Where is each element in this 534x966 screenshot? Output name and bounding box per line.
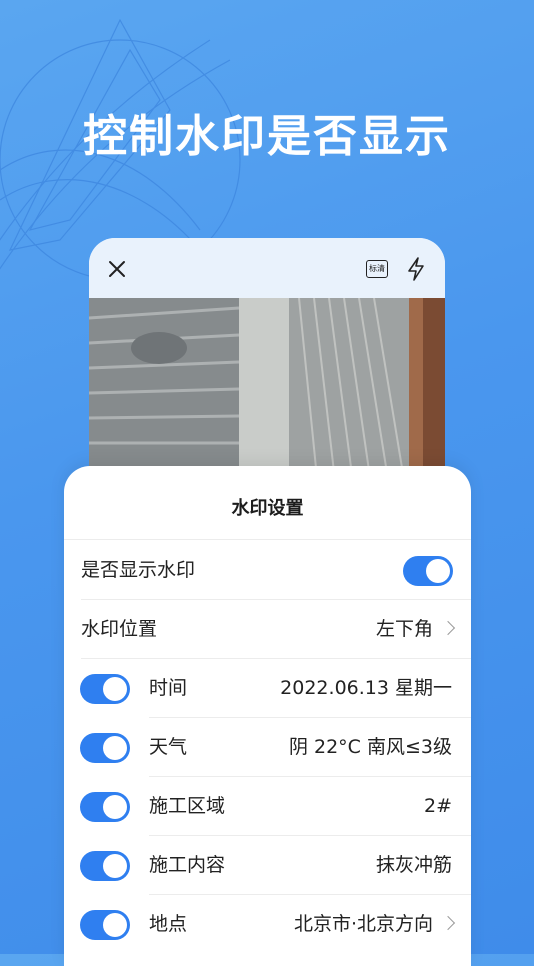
watermark-position-row[interactable]: 水印位置 左下角: [64, 600, 471, 659]
toggle-knob: [103, 854, 127, 878]
construction-area-label: 施工区域: [149, 795, 226, 817]
chevron-right-icon: [440, 915, 456, 931]
watermark-item-time: 时间 2022.06.13 星期一: [64, 659, 471, 718]
toggle-knob: [103, 913, 127, 937]
watermark-position-value: 左下角: [375, 618, 433, 640]
divider: [64, 539, 471, 540]
close-icon[interactable]: [105, 257, 129, 281]
location-label: 地点: [149, 913, 188, 935]
construction-area-toggle[interactable]: [80, 792, 130, 822]
camera-preview: 标清: [89, 238, 445, 498]
toggle-knob: [103, 677, 127, 701]
toggle-knob: [426, 559, 450, 583]
construction-area-value: 2#: [423, 795, 452, 817]
camera-toolbar: 标清: [89, 238, 445, 298]
location-toggle[interactable]: [80, 910, 130, 940]
watermark-position-label: 水印位置: [81, 618, 158, 640]
construction-content-value: 抹灰冲筋: [375, 854, 452, 876]
sheet-title: 水印设置: [231, 498, 304, 519]
page-headline: 控制水印是否显示: [83, 111, 451, 162]
toggle-knob: [103, 736, 127, 760]
show-watermark-label: 是否显示水印: [81, 559, 196, 581]
construction-content-toggle[interactable]: [80, 851, 130, 881]
construction-content-label: 施工内容: [149, 854, 226, 876]
weather-value: 阴 22°C 南风≤3级: [288, 736, 452, 758]
watermark-item-construction-area: 施工区域 2#: [64, 777, 471, 836]
weather-toggle[interactable]: [80, 733, 130, 763]
watermark-item-location[interactable]: 地点 北京市·北京方向: [64, 895, 471, 954]
watermark-settings-sheet: 水印设置 是否显示水印 水印位置 左下角 时间 2022.06.13 星期一 天…: [64, 466, 471, 966]
resolution-toggle-button[interactable]: 标清: [365, 258, 389, 280]
chevron-right-icon: [440, 620, 456, 636]
show-watermark-row: 是否显示水印: [64, 541, 471, 600]
resolution-label: 标清: [366, 260, 388, 278]
watermark-item-weather: 天气 阴 22°C 南风≤3级: [64, 718, 471, 777]
toggle-knob: [103, 795, 127, 819]
time-value: 2022.06.13 星期一: [280, 677, 452, 699]
time-label: 时间: [149, 677, 188, 699]
show-watermark-toggle[interactable]: [403, 556, 453, 586]
location-value: 北京市·北京方向: [293, 913, 433, 935]
time-toggle[interactable]: [80, 674, 130, 704]
flash-icon[interactable]: [405, 256, 427, 282]
watermark-item-construction-content: 施工内容 抹灰冲筋: [64, 836, 471, 895]
weather-label: 天气: [149, 736, 188, 758]
